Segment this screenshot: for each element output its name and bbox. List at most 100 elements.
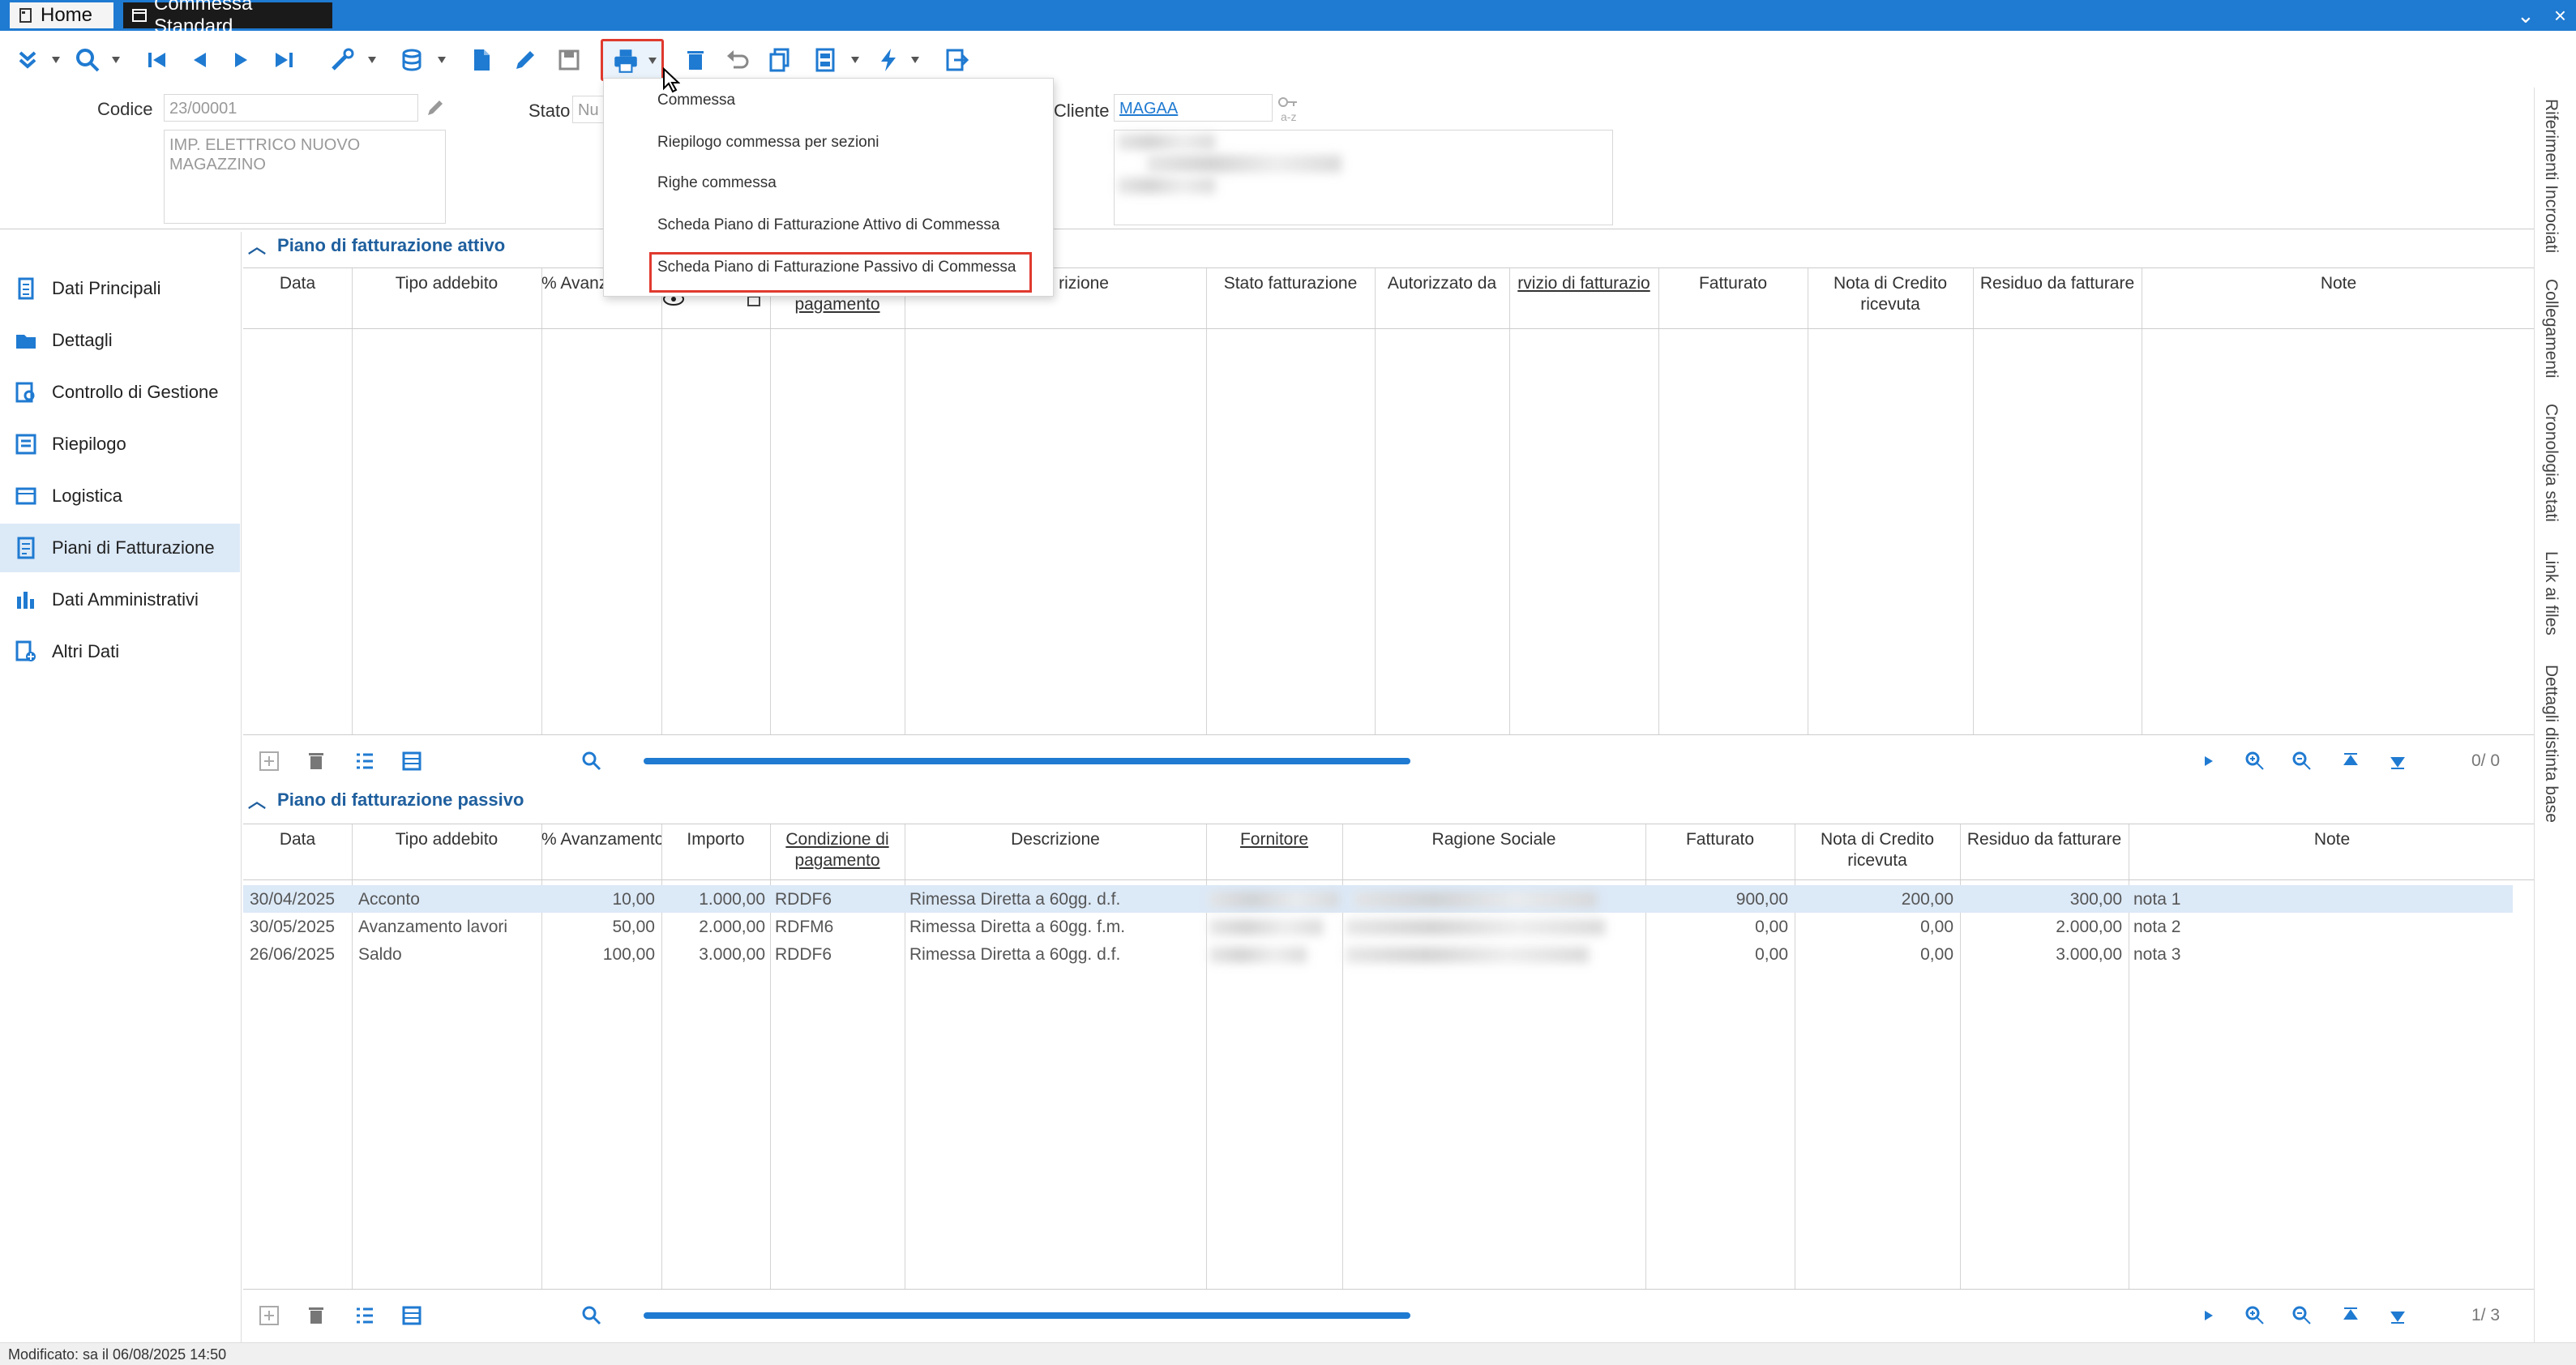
column-header[interactable]: % Avanzamento bbox=[541, 829, 661, 850]
sidenav-item-dati-principali[interactable]: Dati Principali bbox=[0, 264, 240, 313]
sidenav-item-logistica[interactable]: Logistica bbox=[0, 472, 240, 520]
add-row-icon[interactable] bbox=[258, 750, 280, 772]
column-header[interactable]: Fatturato bbox=[1658, 273, 1808, 294]
column-header[interactable]: Residuo da fatturare bbox=[1960, 829, 2129, 850]
pencil-icon[interactable] bbox=[425, 97, 446, 118]
delete-button[interactable] bbox=[679, 44, 712, 76]
scroll-top-icon[interactable] bbox=[2339, 1304, 2362, 1327]
exit-button[interactable] bbox=[940, 44, 973, 76]
scroll-top-icon[interactable] bbox=[2339, 750, 2362, 772]
column-header-link[interactable]: Fornitore bbox=[1206, 829, 1342, 850]
undo-button[interactable] bbox=[721, 44, 754, 76]
zoom-out-icon[interactable] bbox=[2291, 1304, 2313, 1327]
column-header-link[interactable]: pagamento bbox=[770, 294, 905, 315]
save-button[interactable] bbox=[553, 44, 585, 76]
key-icon[interactable] bbox=[1277, 96, 1299, 112]
column-header[interactable]: Fatturato bbox=[1645, 829, 1795, 850]
print-menu-item-scheda-attivo[interactable]: Scheda Piano di Fatturazione Attivo di C… bbox=[657, 216, 999, 234]
sidenav-item-dettagli[interactable]: Dettagli bbox=[0, 316, 240, 365]
database-button[interactable] bbox=[397, 44, 430, 76]
rail-tab-dettagli-distinta[interactable]: Dettagli distinta base bbox=[2541, 665, 2561, 823]
new-document-button[interactable] bbox=[465, 44, 498, 76]
column-header[interactable]: Tipo addebito bbox=[352, 273, 541, 294]
codice-field[interactable]: 23/00001 bbox=[164, 94, 418, 122]
search-button[interactable] bbox=[71, 44, 104, 76]
scroll-bottom-icon[interactable] bbox=[2386, 1304, 2409, 1327]
caret-down-icon[interactable] bbox=[911, 57, 919, 63]
sidenav-item-dati-amministrativi[interactable]: Dati Amministrativi bbox=[0, 576, 240, 624]
rail-tab-link-files[interactable]: Link ai files bbox=[2541, 551, 2561, 635]
print-button[interactable] bbox=[601, 39, 664, 81]
tools-button[interactable] bbox=[326, 44, 358, 76]
expand-menu-button[interactable] bbox=[11, 44, 44, 76]
scroll-right-icon[interactable] bbox=[2197, 750, 2219, 772]
table-row[interactable]: 30/05/2025 Avanzamento lavori 50,00 2.00… bbox=[243, 913, 2513, 940]
caret-down-icon[interactable] bbox=[851, 57, 859, 63]
grid-view-icon[interactable] bbox=[400, 750, 423, 772]
column-header[interactable]: Note bbox=[2129, 829, 2535, 850]
caret-down-icon[interactable] bbox=[368, 57, 376, 63]
last-record-button[interactable] bbox=[267, 44, 300, 76]
zoom-in-icon[interactable] bbox=[2244, 750, 2266, 772]
table-row[interactable]: 30/04/2025 Acconto 10,00 1.000,00 RDDF6 … bbox=[243, 885, 2513, 913]
close-icon[interactable]: × bbox=[2554, 3, 2566, 28]
horizontal-scrollbar[interactable] bbox=[644, 1312, 1410, 1319]
column-header[interactable]: Residuo da fatturare bbox=[1973, 273, 2142, 294]
list-details-icon[interactable] bbox=[353, 1304, 376, 1327]
horizontal-scrollbar[interactable] bbox=[644, 758, 1410, 764]
description-field[interactable]: IMP. ELETTRICO NUOVO MAGAZZINO bbox=[164, 130, 446, 224]
caret-down-icon[interactable] bbox=[52, 57, 60, 63]
first-record-button[interactable] bbox=[141, 44, 173, 76]
column-header[interactable]: Note bbox=[2142, 273, 2535, 294]
next-record-button[interactable] bbox=[225, 44, 258, 76]
column-header[interactable]: Tipo addebito bbox=[352, 829, 541, 850]
minimize-icon[interactable]: ⌄ bbox=[2517, 3, 2535, 28]
search-icon[interactable] bbox=[580, 1304, 603, 1327]
zoom-in-icon[interactable] bbox=[2244, 1304, 2266, 1327]
column-header[interactable]: Importo bbox=[661, 829, 770, 850]
section-header-passivo[interactable]: ︿ Piano di fatturazione passivo bbox=[243, 786, 524, 814]
trash-icon[interactable] bbox=[305, 750, 327, 772]
sidenav-item-controllo-gestione[interactable]: Controllo di Gestione bbox=[0, 368, 240, 417]
scroll-right-icon[interactable] bbox=[2197, 1304, 2219, 1327]
caret-down-icon[interactable] bbox=[112, 57, 120, 63]
tab-home[interactable]: Home bbox=[10, 2, 113, 28]
rail-tab-cronologia[interactable]: Cronologia stati bbox=[2541, 404, 2561, 522]
zoom-out-icon[interactable] bbox=[2291, 750, 2313, 772]
trash-icon[interactable] bbox=[305, 1304, 327, 1327]
print-menu-item-scheda-passivo[interactable]: Scheda Piano di Fatturazione Passivo di … bbox=[657, 259, 1016, 276]
column-header[interactable]: Nota di Credito ricevuta bbox=[1795, 829, 1960, 871]
grid-view-icon[interactable] bbox=[400, 1304, 423, 1327]
sidenav-item-piani-fatturazione[interactable]: Piani di Fatturazione bbox=[0, 524, 240, 572]
sidenav-item-riepilogo[interactable]: Riepilogo bbox=[0, 420, 240, 469]
print-menu-item-commessa[interactable]: Commessa bbox=[657, 92, 735, 109]
column-header[interactable]: Data bbox=[243, 273, 352, 294]
sidenav-item-altri-dati[interactable]: Altri Dati bbox=[0, 627, 240, 676]
report-button[interactable] bbox=[809, 44, 841, 76]
column-header[interactable]: Ragione Sociale bbox=[1342, 829, 1645, 850]
scroll-bottom-icon[interactable] bbox=[2386, 750, 2409, 772]
column-header-link[interactable]: Condizione di pagamento bbox=[770, 829, 905, 871]
column-header-link[interactable]: rvizio di fatturazio bbox=[1509, 273, 1658, 294]
column-header[interactable]: Data bbox=[243, 829, 352, 850]
caret-down-icon[interactable] bbox=[438, 57, 446, 63]
print-menu-item-righe[interactable]: Righe commessa bbox=[657, 174, 777, 192]
section-header-attivo[interactable]: ︿ Piano di fatturazione attivo bbox=[243, 232, 505, 259]
column-header[interactable]: Descrizione bbox=[905, 829, 1206, 850]
cliente-field[interactable]: MAGAA bbox=[1114, 94, 1273, 122]
tab-commessa-standard[interactable]: Commessa Standard bbox=[123, 0, 332, 37]
rail-tab-collegamenti[interactable]: Collegamenti bbox=[2541, 279, 2561, 379]
edit-button[interactable] bbox=[509, 44, 541, 76]
rail-tab-riferimenti[interactable]: Riferimenti Incrociati bbox=[2541, 99, 2561, 253]
list-details-icon[interactable] bbox=[353, 750, 376, 772]
column-header[interactable]: Stato fatturazione bbox=[1206, 273, 1375, 294]
actions-button[interactable] bbox=[872, 44, 905, 76]
print-menu-item-riepilogo[interactable]: Riepilogo commessa per sezioni bbox=[657, 134, 879, 152]
search-icon[interactable] bbox=[580, 750, 603, 772]
previous-record-button[interactable] bbox=[183, 44, 216, 76]
column-header[interactable]: Autorizzato da bbox=[1375, 273, 1509, 294]
duplicate-button[interactable] bbox=[764, 44, 796, 76]
add-row-icon[interactable] bbox=[258, 1304, 280, 1327]
column-header[interactable]: Nota di Credito ricevuta bbox=[1808, 273, 1973, 315]
table-row[interactable]: 26/06/2025 Saldo 100,00 3.000,00 RDDF6 R… bbox=[243, 940, 2513, 968]
